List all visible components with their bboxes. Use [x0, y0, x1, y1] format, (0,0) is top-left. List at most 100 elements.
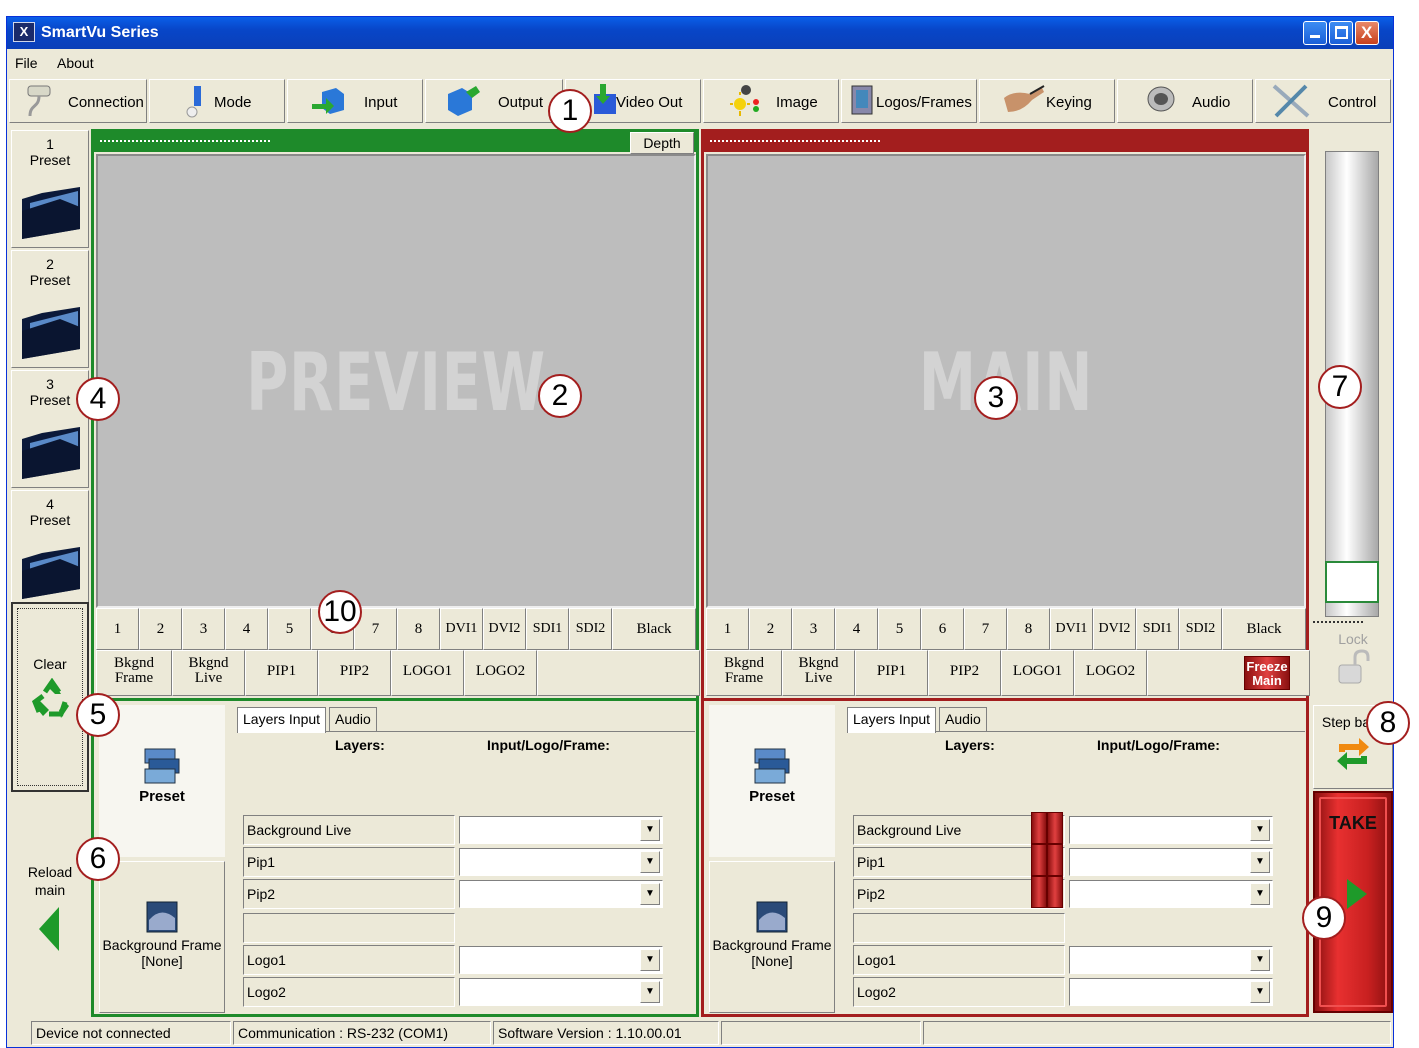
preview-layer-pip1-button[interactable]: PIP1 [245, 650, 318, 696]
preview-input-1-button[interactable]: 1 [96, 608, 139, 650]
layer-red-indicator[interactable] [1031, 844, 1047, 876]
preview-preset-thumb[interactable]: Preset [99, 705, 225, 857]
preview-input-3-button[interactable]: 3 [182, 608, 225, 650]
preset-3-button[interactable]: 3 Preset [11, 370, 89, 488]
main-input-sdi2-button[interactable]: SDI2 [1179, 608, 1222, 650]
tab-audio[interactable]: Audio [329, 707, 377, 731]
main-layer-bkgnd-frame-button[interactable]: Bkgnd Frame [706, 650, 782, 696]
layer-red-indicator[interactable] [1047, 876, 1063, 908]
preview-black-button[interactable]: Black [612, 608, 696, 650]
slider-handle[interactable] [1325, 561, 1379, 603]
preview-input-dvi1-button[interactable]: DVI1 [440, 608, 483, 650]
callout-9: 9 [1302, 896, 1346, 940]
toolbar-mode-button[interactable]: Mode [149, 79, 285, 123]
main-layer-bkgnd-live-button[interactable]: Bkgnd Live [782, 650, 855, 696]
preview-layer-logo1-button[interactable]: LOGO1 [391, 650, 464, 696]
chevron-down-icon[interactable]: ▼ [1250, 949, 1270, 971]
chevron-down-icon[interactable]: ▼ [640, 851, 660, 873]
preview-bgframe-button[interactable]: Background Frame [None] [99, 861, 225, 1013]
preset-2-button[interactable]: 2 Preset [11, 250, 89, 368]
preview-layer-bkgnd-frame-button[interactable]: Bkgnd Frame [96, 650, 172, 696]
layer-red-indicator[interactable] [1031, 812, 1047, 844]
layer-input-select[interactable]: ▼ [459, 816, 663, 844]
layer-input-select[interactable]: ▼ [1069, 946, 1273, 974]
preview-input-dvi2-button[interactable]: DVI2 [483, 608, 526, 650]
reload-main-button[interactable]: Reload main [11, 857, 89, 957]
tab-layers-input[interactable]: Layers Input [847, 707, 937, 733]
toolbar-control-button[interactable]: Control [1255, 79, 1391, 123]
main-input-8-button[interactable]: 8 [1007, 608, 1050, 650]
chevron-down-icon[interactable]: ▼ [640, 819, 660, 841]
main-input-2-button[interactable]: 2 [749, 608, 792, 650]
preview-layer-pip2-button[interactable]: PIP2 [318, 650, 391, 696]
preview-layer-bkgnd-live-button[interactable]: Bkgnd Live [172, 650, 245, 696]
layer-input-select[interactable]: ▼ [459, 946, 663, 974]
preview-input-8-button[interactable]: 8 [397, 608, 440, 650]
preview-input-sdi2-button[interactable]: SDI2 [569, 608, 612, 650]
mode-icon [186, 86, 201, 118]
main-bgframe-button[interactable]: Background Frame [None] [709, 861, 835, 1013]
main-input-3-button[interactable]: 3 [792, 608, 835, 650]
freeze-main-button[interactable]: Freeze Main [1244, 656, 1290, 690]
layer-input-select[interactable]: ▼ [1069, 848, 1273, 876]
chevron-down-icon[interactable]: ▼ [1250, 981, 1270, 1003]
layer-red-indicator[interactable] [1047, 844, 1063, 876]
main-input-4-button[interactable]: 4 [835, 608, 878, 650]
layer-input-select[interactable]: ▼ [1069, 880, 1273, 908]
toolbar-input-button[interactable]: Input [287, 79, 423, 123]
chevron-down-icon[interactable]: ▼ [1250, 851, 1270, 873]
layer-input-select[interactable]: ▼ [459, 848, 663, 876]
main-layer-logo2-button[interactable]: LOGO2 [1074, 650, 1147, 696]
callout-7: 7 [1318, 365, 1362, 409]
toolbar-connection-button[interactable]: Connection [9, 79, 147, 123]
preview-input-4-button[interactable]: 4 [225, 608, 268, 650]
tab-audio[interactable]: Audio [939, 707, 987, 731]
main-layer-logo1-button[interactable]: LOGO1 [1001, 650, 1074, 696]
layer-input-select[interactable]: ▼ [1069, 816, 1273, 844]
minimize-button[interactable] [1303, 21, 1327, 45]
close-button[interactable]: X [1355, 21, 1379, 45]
toolbar-image-button[interactable]: Image [703, 79, 839, 123]
col-input-header: Input/Logo/Frame: [487, 737, 610, 753]
preview-layer-logo2-button[interactable]: LOGO2 [464, 650, 537, 696]
preview-input-5-button[interactable]: 5 [268, 608, 311, 650]
chevron-down-icon[interactable]: ▼ [640, 883, 660, 905]
preset-1-button[interactable]: 1 Preset [11, 130, 89, 248]
maximize-button[interactable] [1329, 21, 1353, 45]
clear-button[interactable]: Clear [11, 602, 89, 792]
layer-red-indicator[interactable] [1047, 812, 1063, 844]
layer-red-indicator[interactable] [1031, 876, 1047, 908]
layer-input-select[interactable]: ▼ [459, 880, 663, 908]
preview-screen[interactable]: PREVIEW [96, 154, 696, 608]
main-black-button[interactable]: Black [1222, 608, 1306, 650]
main-input-7-button[interactable]: 7 [964, 608, 1007, 650]
lock-button[interactable]: Lock [1313, 631, 1393, 701]
toolbar-audio-button[interactable]: Audio [1117, 79, 1253, 123]
main-input-1-button[interactable]: 1 [706, 608, 749, 650]
preview-input-2-button[interactable]: 2 [139, 608, 182, 650]
layer-input-select[interactable]: ▼ [1069, 978, 1273, 1006]
toolbar-logos-frames-button[interactable]: Logos/Frames [841, 79, 977, 123]
toolbar-output-button[interactable]: Output [425, 79, 563, 123]
tab-layers-input[interactable]: Layers Input [237, 707, 327, 733]
main-input-dvi2-button[interactable]: DVI2 [1093, 608, 1136, 650]
preview-input-sdi1-button[interactable]: SDI1 [526, 608, 569, 650]
main-layer-pip2-button[interactable]: PIP2 [928, 650, 1001, 696]
toolbar-keying-button[interactable]: Keying [979, 79, 1115, 123]
chevron-down-icon[interactable]: ▼ [1250, 883, 1270, 905]
main-input-6-button[interactable]: 6 [921, 608, 964, 650]
chevron-down-icon[interactable]: ▼ [640, 949, 660, 971]
layer-input-select[interactable]: ▼ [459, 978, 663, 1006]
main-input-dvi1-button[interactable]: DVI1 [1050, 608, 1093, 650]
preset-4-button[interactable]: 4 Preset [11, 490, 89, 608]
chevron-down-icon[interactable]: ▼ [1250, 819, 1270, 841]
chevron-down-icon[interactable]: ▼ [640, 981, 660, 1003]
main-layer-pip1-button[interactable]: PIP1 [855, 650, 928, 696]
main-input-5-button[interactable]: 5 [878, 608, 921, 650]
main-input-sdi1-button[interactable]: SDI1 [1136, 608, 1179, 650]
main-preset-thumb[interactable]: Preset [709, 705, 835, 857]
menu-file[interactable]: File [15, 55, 38, 71]
menu-about[interactable]: About [57, 55, 94, 71]
play-arrow-icon [1347, 879, 1367, 909]
depth-button[interactable]: Depth [630, 132, 694, 154]
